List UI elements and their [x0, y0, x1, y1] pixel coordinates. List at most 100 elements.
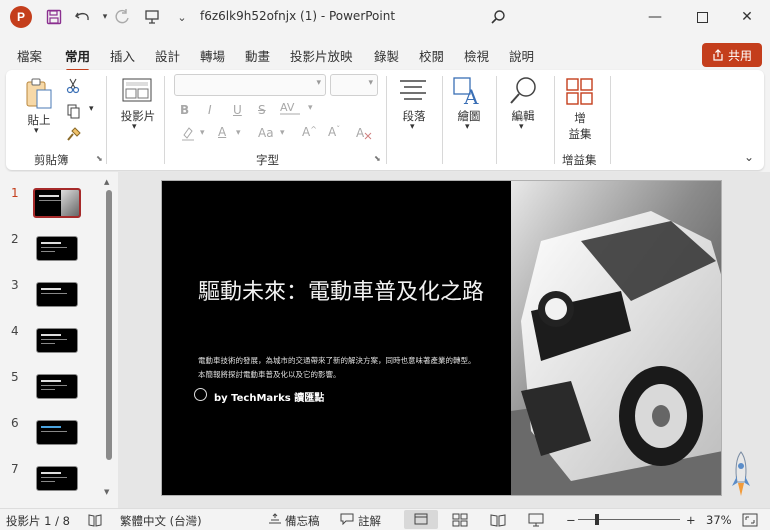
- paragraph-dropdown-icon[interactable]: ▾: [410, 122, 415, 132]
- font-group-label: 字型: [256, 153, 279, 167]
- highlight-icon[interactable]: [180, 126, 196, 145]
- comments-button[interactable]: 註解: [358, 513, 381, 529]
- cut-icon[interactable]: [66, 78, 80, 97]
- change-case-button[interactable]: Aa: [258, 126, 274, 140]
- zoom-level[interactable]: 37%: [706, 513, 732, 527]
- slide-thumbnail-3[interactable]: [36, 282, 78, 307]
- increase-font-icon[interactable]: A^: [302, 125, 317, 139]
- rocket-icon[interactable]: [730, 450, 752, 498]
- zoom-out-icon[interactable]: −: [566, 513, 576, 527]
- paste-dropdown-icon[interactable]: ▾: [34, 126, 39, 136]
- thumbnail-scrollbar[interactable]: ▲ ▼: [104, 178, 114, 498]
- tab-review[interactable]: 校閱: [419, 46, 444, 65]
- separator: [554, 76, 555, 164]
- share-button[interactable]: 共用: [702, 43, 762, 67]
- slides-label[interactable]: 投影片: [118, 108, 158, 124]
- strikethrough-button[interactable]: S: [258, 103, 266, 117]
- font-color-button[interactable]: A: [218, 125, 226, 139]
- slide-thumbnail-4[interactable]: [36, 328, 78, 353]
- slides-dropdown-icon[interactable]: ▾: [132, 122, 137, 132]
- highlight-dropdown-icon[interactable]: ▾: [200, 128, 205, 138]
- font-size-combo[interactable]: ▾: [330, 74, 378, 96]
- slide-canvas[interactable]: 驅動未來：電動車普及化之路 電動車技術的發展，為城市的交通帶來了新的解決方案，同…: [161, 180, 722, 496]
- tab-view[interactable]: 檢視: [464, 46, 489, 65]
- status-bar: 投影片 1 / 8 繁體中文 (台灣) 備忘稿 註解 − + 37%: [0, 508, 770, 530]
- presentation-start-icon[interactable]: [142, 7, 162, 27]
- close-button[interactable]: ✕: [724, 0, 770, 34]
- bold-button[interactable]: B: [180, 103, 189, 117]
- svg-text:A: A: [463, 85, 479, 106]
- customize-toolbar-icon[interactable]: ⌄: [172, 7, 192, 27]
- font-family-combo[interactable]: ▾: [174, 74, 326, 96]
- underline-button[interactable]: U: [233, 103, 242, 117]
- paste-icon[interactable]: [24, 78, 54, 113]
- spacing-dropdown-icon[interactable]: ▾: [308, 103, 313, 113]
- slide-thumbnail-5[interactable]: [36, 374, 78, 399]
- notes-icon[interactable]: [268, 513, 282, 528]
- slide-title[interactable]: 驅動未來：電動車普及化之路: [198, 277, 488, 309]
- powerpoint-logo-icon: P: [10, 6, 32, 28]
- clear-formatting-icon[interactable]: A: [356, 125, 372, 144]
- addins-button-label[interactable]: 增 益集: [564, 110, 596, 142]
- car-photo[interactable]: [511, 181, 721, 495]
- tab-design[interactable]: 設計: [155, 46, 180, 65]
- paste-label[interactable]: 貼上: [24, 112, 54, 128]
- normal-view-button[interactable]: [404, 510, 438, 529]
- tab-help[interactable]: 說明: [509, 46, 534, 65]
- find-magnifier-icon[interactable]: [508, 76, 538, 109]
- author-logo-icon: [194, 388, 207, 401]
- font-color-dropdown-icon[interactable]: ▾: [236, 128, 241, 138]
- scroll-down-icon[interactable]: ▼: [104, 488, 109, 496]
- maximize-button[interactable]: [679, 0, 725, 34]
- slide-byline[interactable]: by TechMarks 讀匯點: [214, 389, 324, 404]
- save-icon[interactable]: [44, 7, 64, 27]
- format-painter-icon[interactable]: [66, 126, 82, 145]
- notes-button[interactable]: 備忘稿: [285, 513, 320, 529]
- drawing-dropdown-icon[interactable]: ▾: [465, 122, 470, 132]
- reading-view-icon[interactable]: [490, 513, 506, 530]
- tab-home[interactable]: 常用: [65, 46, 90, 72]
- zoom-slider-thumb[interactable]: [595, 514, 599, 525]
- copy-dropdown-icon[interactable]: ▾: [89, 104, 94, 114]
- paragraph-icon[interactable]: [398, 78, 428, 105]
- tab-animations[interactable]: 動畫: [245, 46, 270, 65]
- slide-body-text[interactable]: 電動車技術的發展，為城市的交通帶來了新的解決方案，同時也意味著產業的轉型。本簡報…: [198, 354, 478, 382]
- separator: [442, 76, 443, 164]
- accessibility-icon[interactable]: [88, 513, 102, 530]
- slide-thumbnail-1[interactable]: [33, 188, 81, 218]
- slide-thumbnail-2[interactable]: [36, 236, 78, 261]
- italic-button[interactable]: I: [208, 103, 212, 117]
- fit-to-window-icon[interactable]: [742, 513, 758, 530]
- redo-icon[interactable]: [112, 7, 132, 27]
- minimize-button[interactable]: —: [632, 0, 678, 34]
- slide-thumbnail-7[interactable]: [36, 466, 78, 491]
- language-indicator[interactable]: 繁體中文 (台灣): [120, 513, 202, 529]
- tab-slideshow[interactable]: 投影片放映: [290, 46, 353, 65]
- change-case-dropdown-icon[interactable]: ▾: [280, 128, 285, 138]
- zoom-slider[interactable]: [578, 519, 680, 520]
- tab-file[interactable]: 檔案: [17, 46, 42, 65]
- font-launcher-icon[interactable]: ⬊: [374, 154, 381, 163]
- slide-sorter-view-icon[interactable]: [452, 513, 468, 530]
- slide-thumbnail-6[interactable]: [36, 420, 78, 445]
- clipboard-group-label: 剪貼簿: [34, 153, 69, 167]
- decrease-font-icon[interactable]: Aˇ: [328, 125, 340, 139]
- zoom-in-icon[interactable]: +: [686, 513, 696, 527]
- tab-record[interactable]: 錄製: [374, 46, 399, 65]
- scroll-up-icon[interactable]: ▲: [104, 178, 109, 186]
- search-icon[interactable]: [488, 7, 508, 27]
- drawing-shapes-icon[interactable]: A: [452, 76, 484, 109]
- scroll-thumb[interactable]: [106, 190, 112, 460]
- editing-dropdown-icon[interactable]: ▾: [519, 122, 524, 132]
- addins-icon[interactable]: [566, 78, 594, 109]
- slideshow-view-icon[interactable]: [528, 513, 544, 530]
- undo-icon[interactable]: [73, 7, 93, 27]
- tab-insert[interactable]: 插入: [110, 46, 135, 65]
- comments-icon[interactable]: [340, 513, 354, 528]
- tab-transitions[interactable]: 轉場: [200, 46, 225, 65]
- character-spacing-icon[interactable]: AV: [278, 101, 304, 118]
- collapse-ribbon-icon[interactable]: ⌄: [744, 150, 754, 164]
- copy-icon[interactable]: [66, 103, 82, 122]
- new-slide-icon[interactable]: [122, 78, 152, 105]
- clipboard-launcher-icon[interactable]: ⬊: [96, 154, 103, 163]
